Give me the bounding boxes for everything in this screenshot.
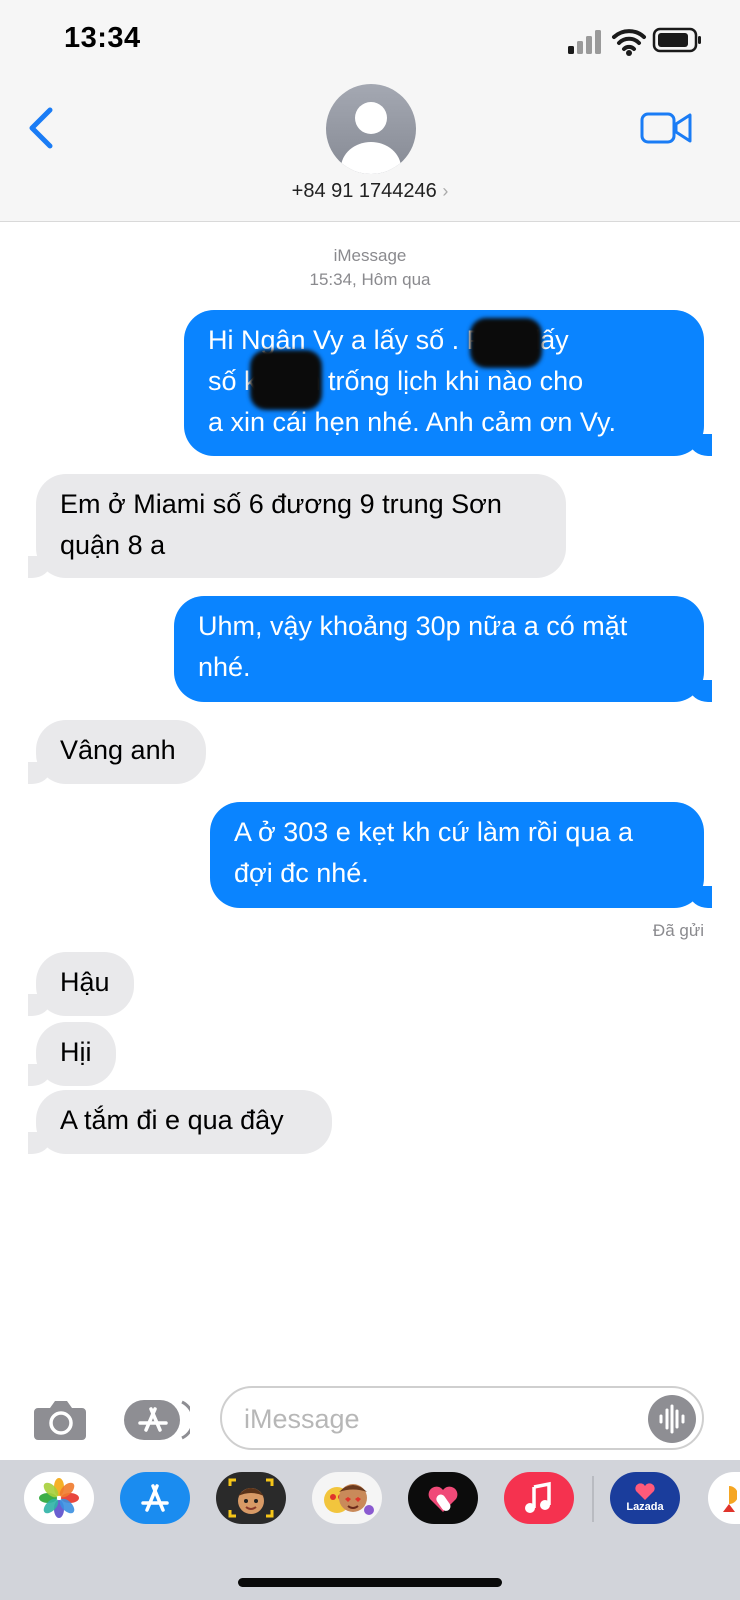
drawer-separator [592, 1476, 594, 1522]
home-indicator[interactable] [238, 1578, 502, 1587]
battery-icon [652, 27, 701, 53]
status-icons [568, 27, 701, 56]
message-line: Em ở Miami số 6 đương 9 trung Sơn [60, 489, 502, 519]
app-store-icon[interactable] [120, 1472, 190, 1524]
message-line: nhé. [198, 652, 251, 682]
incoming-message[interactable]: Hịi [28, 1022, 116, 1086]
partial-app-icon[interactable] [708, 1472, 740, 1524]
lazada-label: Lazada [626, 1501, 664, 1513]
wifi-icon [612, 29, 646, 51]
music-icon[interactable] [504, 1472, 574, 1524]
person-icon [341, 102, 401, 174]
message-line: Hậu [60, 967, 110, 997]
incoming-message[interactable]: A tắm đi e qua đây [28, 1090, 332, 1154]
signal-icon [568, 30, 601, 54]
outgoing-message[interactable]: Hi Ngân Vy a lấy số . Pass lấy số k . Em… [184, 310, 712, 456]
message-input[interactable] [244, 1400, 624, 1438]
message-compose-field[interactable] [220, 1386, 704, 1450]
memoji-icon[interactable] [216, 1472, 286, 1524]
animoji-icon[interactable] [312, 1472, 382, 1524]
message-line: Vâng anh [60, 735, 176, 765]
service-label: iMessage [333, 246, 407, 265]
app-store-drawer-icon[interactable] [122, 1398, 190, 1442]
conversation-header: 13:34 +84 91 1744246 › [0, 0, 740, 222]
lazada-icon[interactable]: Lazada [610, 1472, 680, 1524]
incoming-message[interactable]: Hậu [28, 952, 134, 1016]
status-time: 13:34 [64, 22, 141, 54]
incoming-message[interactable]: Vâng anh [28, 720, 206, 784]
delivered-status: Đã gửi [652, 921, 704, 940]
incoming-message[interactable]: Em ở Miami số 6 đương 9 trung Sơn quận 8… [28, 474, 566, 578]
digital-touch-icon[interactable] [408, 1472, 478, 1524]
app-drawer: Lazada [0, 1460, 740, 1600]
audio-message-button[interactable] [648, 1395, 696, 1443]
back-chevron-icon[interactable] [24, 104, 60, 152]
camera-icon[interactable] [32, 1396, 88, 1442]
message-line: A tắm đi e qua đây [60, 1105, 284, 1135]
contact-number: +84 91 1744246 [291, 180, 437, 202]
message-timestamp: 15:34, Hôm qua [309, 270, 431, 289]
redaction-mark [250, 350, 322, 410]
redaction-mark [470, 318, 542, 368]
outgoing-message[interactable]: A ở 303 e kẹt kh cứ làm rồi qua a đợi đc… [210, 802, 712, 908]
contact-name[interactable]: +84 91 1744246 › [0, 180, 740, 203]
contact-avatar[interactable] [326, 84, 416, 174]
facetime-video-icon[interactable] [640, 110, 692, 146]
outgoing-message[interactable]: Uhm, vậy khoảng 30p nữa a có mặt nhé. [174, 596, 712, 702]
message-line: đợi đc nhé. [234, 858, 369, 888]
waveform-icon [659, 1404, 685, 1434]
message-line: Hịi [60, 1037, 92, 1067]
message-line: Uhm, vậy khoảng 30p nữa a có mặt [198, 611, 628, 641]
chevron-right-icon: › [442, 181, 449, 201]
message-line: quận 8 a [60, 530, 166, 560]
photos-icon[interactable] [24, 1472, 94, 1524]
message-line: A ở 303 e kẹt kh cứ làm rồi qua a [234, 817, 633, 847]
